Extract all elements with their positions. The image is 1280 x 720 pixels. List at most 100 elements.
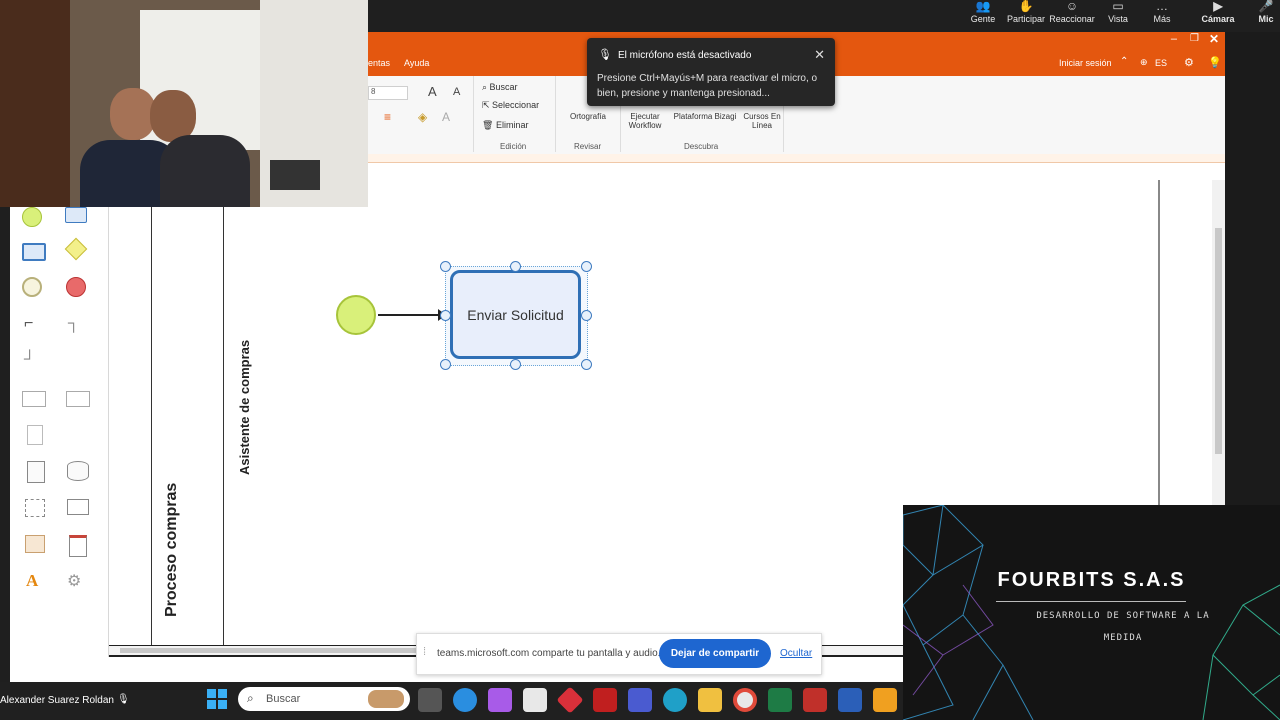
association-icon[interactable]: ┘ xyxy=(24,351,35,369)
sequence-flow[interactable] xyxy=(378,314,444,316)
align-icon[interactable]: ≡ xyxy=(384,110,391,124)
pool-icon[interactable] xyxy=(22,391,46,407)
image-icon[interactable] xyxy=(25,535,45,553)
discover-group-label: Descubra xyxy=(684,142,719,151)
chevron-up-icon[interactable]: ⌃ xyxy=(1120,56,1128,67)
mic-off-icon: 🎙 xyxy=(598,49,612,61)
spelling-button[interactable]: Ortografía xyxy=(563,112,613,121)
subprocess-icon[interactable] xyxy=(22,243,46,261)
diagram-canvas[interactable]: Proceso compras Asistente de compras Env… xyxy=(108,205,903,655)
resize-handle[interactable] xyxy=(440,261,451,272)
resize-handle[interactable] xyxy=(510,359,521,370)
mcafee-icon[interactable] xyxy=(593,688,617,712)
right-panel xyxy=(1225,32,1280,505)
excel-icon[interactable] xyxy=(768,688,792,712)
stop-sharing-button[interactable]: Dejar de compartir xyxy=(659,639,771,668)
tab-ayuda[interactable]: Ayuda xyxy=(404,58,429,68)
gear-icon[interactable]: ⚙ xyxy=(1184,56,1194,69)
lane-icon[interactable] xyxy=(66,391,90,407)
gateway-icon[interactable] xyxy=(64,237,88,261)
close-icon[interactable]: ✕ xyxy=(814,47,825,63)
screen-share-bar: ⁞ teams.microsoft.com comparte tu pantal… xyxy=(416,633,822,675)
intermediate-event-icon[interactable] xyxy=(22,277,42,297)
end-event-icon[interactable] xyxy=(66,277,86,297)
teams-icon[interactable] xyxy=(628,688,652,712)
search-icon: ⌕ xyxy=(482,82,490,92)
grow-font-icon[interactable]: A xyxy=(428,84,437,99)
mic-muted-toast: 🎙 El micrófono está desactivado ✕ Presio… xyxy=(587,38,835,106)
more-icon: … xyxy=(1156,0,1168,13)
search-icon: ⌕ xyxy=(247,691,254,705)
online-courses-button[interactable]: Cursos En Línea xyxy=(742,112,782,130)
bizagi-icon[interactable] xyxy=(873,688,897,712)
data-store-icon[interactable] xyxy=(67,461,89,481)
widgets-icon[interactable] xyxy=(453,688,477,712)
hide-link[interactable]: Ocultar xyxy=(780,648,812,659)
drag-handle-icon[interactable]: ⁞ xyxy=(423,646,426,658)
pool-label[interactable]: Proceso compras xyxy=(163,483,181,617)
resize-handle[interactable] xyxy=(581,310,592,321)
brand-overlay: FOURBITS S.A.S DESARROLLO DE SOFTWARE A … xyxy=(903,505,1280,720)
resize-handle[interactable] xyxy=(440,359,451,370)
edge-icon[interactable] xyxy=(663,688,687,712)
close-icon[interactable]: ✕ xyxy=(1209,32,1219,46)
taskbar-search[interactable]: ⌕ Buscar xyxy=(238,687,410,711)
camera-icon: ▶ xyxy=(1213,0,1223,13)
font-color-icon[interactable]: A xyxy=(442,110,450,124)
dashed-connector-icon[interactable]: ┐ xyxy=(68,315,79,333)
more-button[interactable]: … Más xyxy=(1134,0,1190,24)
store-icon[interactable] xyxy=(523,688,547,712)
mic-icon: 🎙 xyxy=(117,694,130,705)
word-icon[interactable] xyxy=(838,688,862,712)
mic-button[interactable]: 🎤 Mic xyxy=(1252,0,1280,24)
tab-herramientas[interactable]: entas xyxy=(368,58,390,68)
signin-link[interactable]: Iniciar sesión xyxy=(1059,58,1112,68)
task-view-icon[interactable] xyxy=(418,688,442,712)
shrink-font-icon[interactable]: A xyxy=(453,86,460,98)
windows-start-icon[interactable] xyxy=(207,689,227,709)
comment-icon[interactable] xyxy=(67,499,89,515)
chrome-icon[interactable] xyxy=(733,688,757,712)
share-notice: teams.microsoft.com comparte tu pantalla… xyxy=(437,648,661,659)
trash-icon: 🗑 xyxy=(482,120,496,130)
start-event-icon[interactable] xyxy=(22,207,42,227)
group-icon[interactable] xyxy=(25,499,45,517)
connector-icon[interactable]: ⌐ xyxy=(24,315,33,333)
font-size-select[interactable]: 8 xyxy=(368,86,408,100)
globe-icon[interactable]: ⊕ xyxy=(1140,57,1148,68)
participant-name: Alexander Suarez Roldan xyxy=(0,695,114,706)
search-highlight-image xyxy=(368,690,404,708)
header-icon[interactable] xyxy=(69,535,87,557)
acrobat-icon[interactable] xyxy=(803,688,827,712)
resize-handle[interactable] xyxy=(440,310,451,321)
annotation-icon[interactable] xyxy=(27,425,43,445)
resize-handle[interactable] xyxy=(581,261,592,272)
start-event[interactable] xyxy=(336,295,376,335)
resize-handle[interactable] xyxy=(581,359,592,370)
lightbulb-icon[interactable]: 💡 xyxy=(1208,56,1222,69)
webcam-video xyxy=(0,0,368,207)
data-object-icon[interactable] xyxy=(27,461,45,483)
camera-button[interactable]: ▶ Cámara xyxy=(1190,0,1246,24)
search-placeholder: Buscar xyxy=(266,693,301,705)
task-icon[interactable] xyxy=(65,207,87,223)
file-explorer-icon[interactable] xyxy=(698,688,722,712)
copilot-icon[interactable] xyxy=(488,688,512,712)
fill-color-icon[interactable]: ◈ xyxy=(418,110,427,124)
page-boundary xyxy=(1158,180,1160,505)
gears-icon[interactable]: ⚙ xyxy=(67,571,81,591)
task-enviar-solicitud[interactable]: Enviar Solicitud xyxy=(450,270,581,359)
lane-label[interactable]: Asistente de compras xyxy=(237,340,252,475)
toast-body: Presione Ctrl+Mayús+M para reactivar el … xyxy=(597,73,818,99)
bizagi-platform-button[interactable]: Plataforma Bizagi xyxy=(668,112,742,121)
text-icon[interactable]: A xyxy=(26,571,38,591)
find-button[interactable]: ⌕ Buscar xyxy=(482,82,518,93)
run-workflow-button[interactable]: Ejecutar Workflow xyxy=(624,112,666,130)
resize-handle[interactable] xyxy=(510,261,521,272)
vertical-scrollbar[interactable] xyxy=(1212,180,1225,505)
delete-button[interactable]: 🗑 Eliminar xyxy=(482,120,528,131)
minimize-icon[interactable]: – xyxy=(1171,33,1177,45)
restore-icon[interactable]: ❐ xyxy=(1190,33,1199,44)
select-button[interactable]: ⇱ Seleccionar xyxy=(482,100,539,111)
language-selector[interactable]: ES xyxy=(1155,58,1167,68)
